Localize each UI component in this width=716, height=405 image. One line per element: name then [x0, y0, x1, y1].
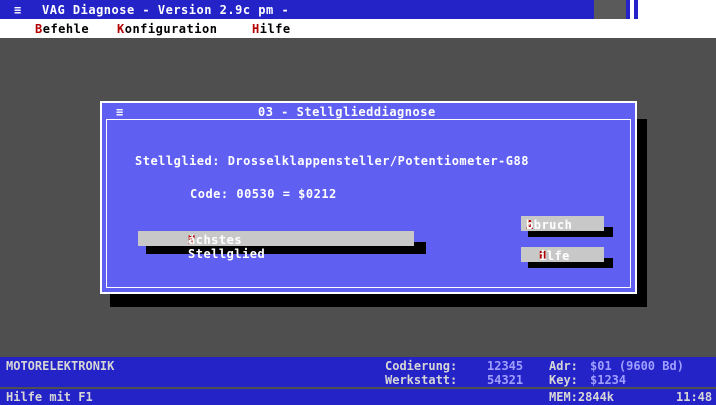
- help-hint: Hilfe mit F1: [6, 390, 93, 404]
- menu-hotkey: H: [252, 22, 260, 36]
- dialog-title-bar: ≡ 03 - Stellglieddiagnose: [102, 103, 635, 119]
- key-label: Key:: [549, 373, 578, 387]
- clock: 11:48: [676, 390, 713, 404]
- adr-label: Adr:: [549, 359, 578, 373]
- codierung-value: 12345: [487, 359, 524, 373]
- title-bar: ≡ VAG Diagnose - Version 2.9c pm -: [0, 0, 716, 19]
- dialog-title: 03 - Stellglieddiagnose: [258, 105, 436, 119]
- abort-button[interactable]: Abbruch: [521, 216, 604, 232]
- memory-readout: MEM:2844k: [549, 390, 615, 404]
- bottom-bar: Hilfe mit F1 MEM:2844k 11:48: [0, 389, 716, 405]
- title-bar-corner: [594, 0, 716, 19]
- menu-label: ilfe: [259, 22, 291, 36]
- key-value: $1234: [590, 373, 627, 387]
- codierung-label: Codierung:: [385, 359, 458, 373]
- corner-stripe: [634, 0, 638, 19]
- corner-block-icon: [594, 0, 626, 19]
- next-actuator-label: ächstes Stellglied: [188, 233, 266, 261]
- status-panel: MOTORELEKTRONIK Codierung: 12345 Werksta…: [0, 357, 716, 387]
- menu-bar: Befehle Konfiguration Hilfe: [0, 19, 716, 38]
- system-menu-icon[interactable]: ≡: [14, 3, 21, 17]
- werkstatt-value: 54321: [487, 373, 524, 387]
- dialog-system-menu-icon[interactable]: ≡: [116, 105, 123, 119]
- next-actuator-button[interactable]: Nächstes Stellglied: [138, 231, 414, 261]
- actuator-label: Stellglied: Drosselklappensteller/Potent…: [135, 154, 529, 168]
- window-title: VAG Diagnose - Version 2.9c pm -: [42, 3, 290, 17]
- menu-hilfe[interactable]: Hilfe: [252, 22, 291, 36]
- module-name: MOTORELEKTRONIK: [6, 359, 115, 373]
- menu-label: efehle: [42, 22, 90, 36]
- menu-befehle[interactable]: Befehle: [35, 22, 89, 36]
- abort-button-label: bbruch: [526, 218, 573, 232]
- adr-value: $01 (9600 Bd): [590, 359, 684, 373]
- menu-label: onfiguration: [124, 22, 218, 36]
- code-label: Code: 00530 = $0212: [190, 187, 337, 201]
- menu-hotkey: K: [117, 22, 125, 36]
- help-button[interactable]: Hilfe: [521, 247, 604, 263]
- actuator-diagnosis-dialog: ≡ 03 - Stellglieddiagnose Stellglied: Dr…: [100, 101, 637, 294]
- menu-konfiguration[interactable]: Konfiguration: [117, 22, 217, 36]
- werkstatt-label: Werkstatt:: [385, 373, 458, 387]
- menu-hotkey: B: [35, 22, 43, 36]
- corner-stripe: [626, 0, 630, 19]
- help-button-label: ilfe: [539, 249, 570, 263]
